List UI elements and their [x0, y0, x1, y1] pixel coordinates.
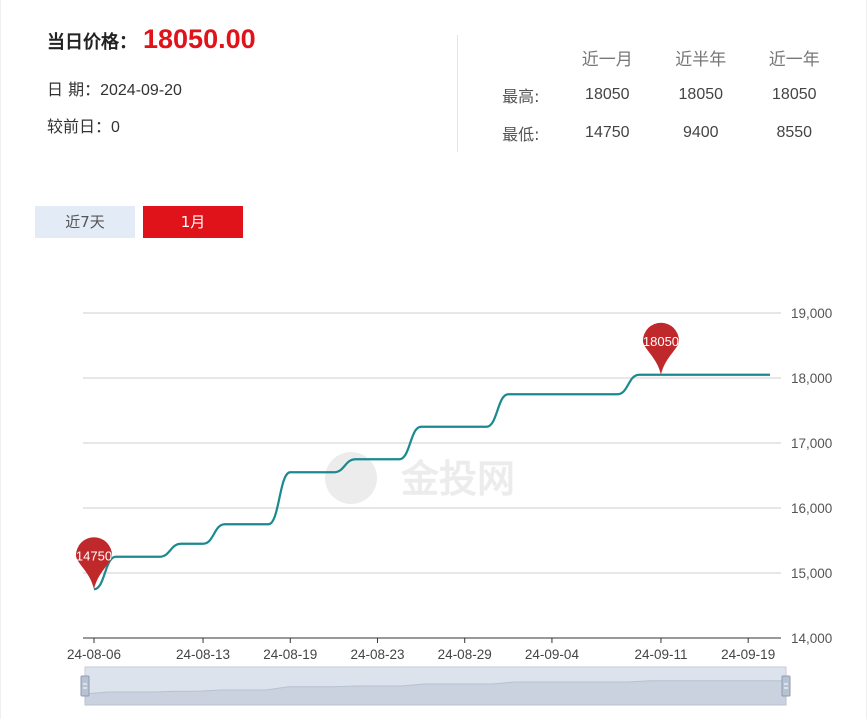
- y-tick-label: 15,000: [791, 566, 832, 581]
- stats-row-high: 最高: 18050 18050 18050: [481, 76, 841, 114]
- zoom-handle-right[interactable]: [781, 675, 791, 697]
- date-value: 2024-09-20: [100, 82, 182, 99]
- date-label: 日 期：: [47, 80, 101, 99]
- stats-cell: 18050: [678, 86, 724, 103]
- range-tabs: 近7天 1月: [35, 206, 243, 238]
- price-value: 18050.00: [143, 24, 256, 54]
- stats-column-header: 近一月: [581, 49, 633, 70]
- stats-cell: 8550: [776, 124, 813, 141]
- divider: [457, 35, 458, 152]
- stats-cell: 9400: [682, 124, 719, 141]
- stats-header: 近一月 近半年 近一年: [481, 38, 841, 76]
- change-label: 较前日：: [47, 117, 112, 136]
- x-tick-label: 24-08-23: [350, 647, 404, 662]
- stats-row-low: 最低: 14750 9400 8550: [481, 114, 841, 152]
- x-tick-label: 24-08-13: [176, 647, 230, 662]
- stats-table: 近一月 近半年 近一年 最高: 18050 18050 18050 最低: 14…: [481, 38, 841, 152]
- pin-icon: [76, 537, 112, 590]
- price-panel: 当日价格： 18050.00 日 期：2024-09-20 较前日：0 近一月 …: [0, 0, 867, 719]
- pin-label: 14750: [76, 548, 112, 563]
- price-pin-marker: 18050: [642, 322, 679, 375]
- price-line-chart: 金投网 14,000 15,000 16,000 17,000 18,000 19,000 2…: [67, 306, 832, 706]
- x-tick-label: 24-08-06: [67, 647, 121, 662]
- stats-cell: 18050: [772, 86, 817, 103]
- stats-cell: 14750: [585, 124, 630, 141]
- x-tick-label: 24-09-11: [634, 647, 687, 662]
- change-row: 较前日：0: [47, 113, 256, 137]
- stats-column-header: 近一年: [768, 49, 820, 70]
- stats-column-header: 近半年: [675, 49, 727, 70]
- y-tick-label: 18,000: [791, 371, 832, 386]
- x-tick-label: 24-09-19: [721, 647, 775, 662]
- watermark-text: 金投网: [400, 457, 515, 501]
- tab-1-month[interactable]: 1月: [143, 206, 243, 238]
- stats-row-label: 最低:: [502, 125, 540, 144]
- y-tick-label: 14,000: [791, 631, 832, 646]
- price-label: 当日价格：: [47, 32, 137, 53]
- price-row: 当日价格： 18050.00: [47, 24, 256, 64]
- y-tick-label: 16,000: [791, 501, 832, 516]
- y-tick-label: 17,000: [791, 436, 832, 451]
- data-zoom-slider[interactable]: [80, 666, 791, 706]
- x-tick-label: 24-08-29: [438, 647, 492, 662]
- price-pin-marker: 14750: [76, 537, 112, 590]
- x-tick-label: 24-09-04: [525, 647, 580, 662]
- x-tick-label: 24-08-19: [263, 647, 317, 662]
- price-info: 当日价格： 18050.00 日 期：2024-09-20 较前日：0: [47, 24, 256, 137]
- y-tick-label: 19,000: [791, 306, 832, 321]
- tab-7-days[interactable]: 近7天: [35, 206, 135, 238]
- pin-label: 18050: [643, 334, 679, 349]
- date-row: 日 期：2024-09-20: [47, 76, 256, 100]
- pin-icon: [642, 322, 679, 375]
- zoom-handle-left[interactable]: [80, 675, 90, 697]
- stats-row-label: 最高:: [502, 87, 540, 106]
- change-value: 0: [111, 119, 120, 136]
- stats-cell: 18050: [585, 86, 630, 103]
